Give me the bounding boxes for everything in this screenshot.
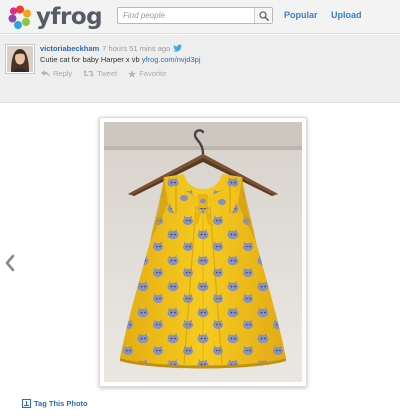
reply-button[interactable]: Reply — [41, 69, 72, 78]
reply-label: Reply — [53, 69, 73, 78]
nav-popular-link[interactable]: Popular — [284, 10, 318, 20]
top-bar: yfrog Popular Upload — [0, 0, 400, 34]
short-link[interactable]: yfrog.com/nvjd3pj — [142, 55, 201, 64]
star-icon — [128, 69, 137, 78]
reply-icon — [41, 70, 50, 77]
post-caption: Cutie cat for baby Harper x vb yfrog.com… — [40, 55, 201, 64]
retweet-icon — [83, 70, 95, 77]
search-icon — [258, 10, 269, 21]
chevron-left-icon[interactable] — [4, 254, 16, 272]
logo-flower-icon — [8, 5, 31, 29]
logo-text: yfrog — [36, 4, 103, 30]
username-link[interactable]: victoriabeckham — [40, 44, 99, 53]
favorite-button[interactable]: Favorite — [128, 69, 166, 78]
avatar[interactable] — [5, 44, 35, 74]
tweet-button[interactable]: Tweet — [83, 69, 117, 78]
avatar-image — [7, 46, 33, 72]
tag-icon — [22, 399, 31, 408]
favorite-label: Favorite — [139, 69, 167, 78]
photo-yellow-cat-dress — [104, 122, 302, 382]
caption-text: Cutie cat for baby Harper x vb — [40, 55, 140, 64]
photo-frame[interactable] — [99, 117, 307, 387]
tag-photo-link[interactable]: Tag This Photo — [22, 399, 88, 408]
search-input[interactable] — [118, 8, 254, 23]
tag-photo-label: Tag This Photo — [34, 399, 88, 408]
timestamp: 7 hours 51 mins ago — [102, 44, 171, 53]
post-header: victoriabeckham 7 hours 51 mins ago Cutie… — [0, 35, 400, 103]
tweet-label: Tweet — [97, 69, 118, 78]
nav-upload-link[interactable]: Upload — [331, 10, 362, 20]
post-meta: victoriabeckham 7 hours 51 mins ago — [40, 44, 183, 54]
search-button[interactable] — [254, 8, 272, 23]
search-box — [117, 7, 273, 24]
yfrog-logo[interactable]: yfrog — [7, 3, 117, 31]
twitter-bird-icon — [173, 44, 183, 52]
post-actions: Reply Tweet Favorite — [41, 69, 166, 78]
